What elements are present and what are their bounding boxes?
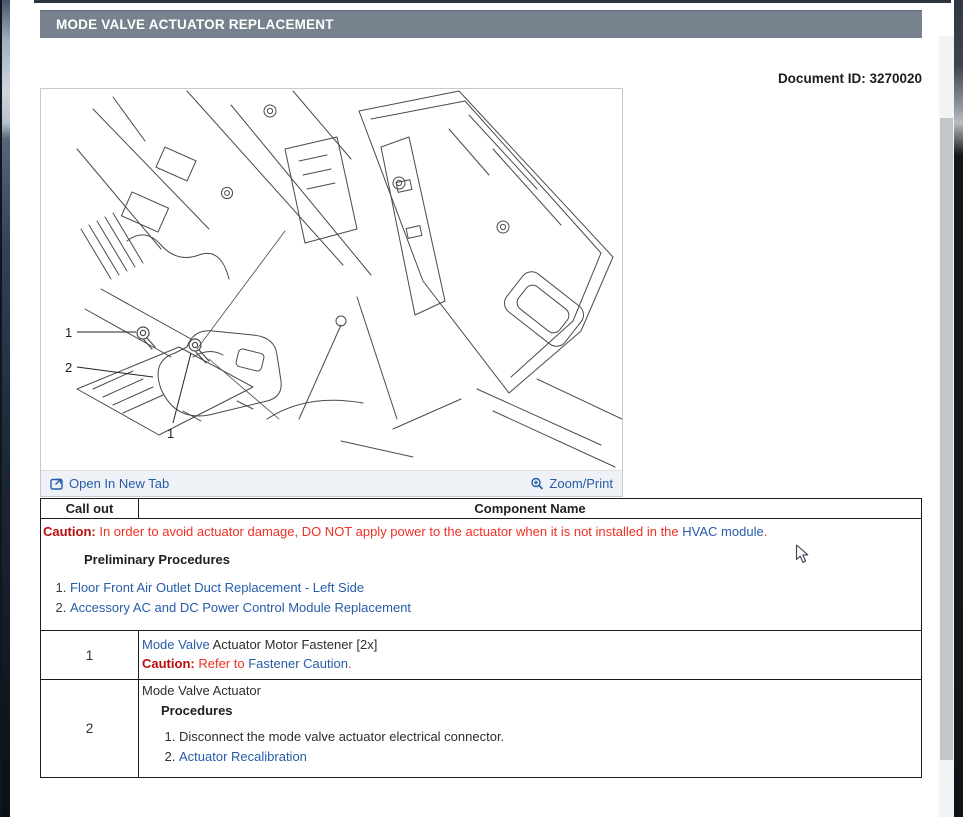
actuator-recalibration-link[interactable]: Actuator Recalibration xyxy=(179,749,307,764)
component-name-rest: Actuator Motor Fastener [2x] xyxy=(212,637,378,652)
window-edge-right xyxy=(954,0,963,817)
component-name-line: Mode Valve Actuator xyxy=(142,683,261,698)
document-id: Document ID: 3270020 xyxy=(777,71,922,86)
preliminary-procedures-list: Floor Front Air Outlet Duct Replacement … xyxy=(43,578,919,618)
figure-callout-1b: 1 xyxy=(167,426,174,441)
open-in-new-tab-label: Open In New Tab xyxy=(69,476,170,491)
table-row: 1 Mode Valve Actuator Motor Fastener [2x… xyxy=(40,630,922,680)
preliminary-procedures-title: Preliminary Procedures xyxy=(84,552,230,567)
figure-callout-1: 1 xyxy=(65,325,72,340)
fastener-caution-link[interactable]: Fastener Caution xyxy=(248,656,348,671)
caution-suffix: . xyxy=(347,656,352,671)
caution-label: Caution: xyxy=(43,524,96,539)
scrollbar-thumb[interactable] xyxy=(940,118,953,760)
window-top-border xyxy=(34,0,951,3)
zoom-print-icon xyxy=(531,477,544,490)
component-name-line: Mode Valve Actuator Motor Fastener [2x] xyxy=(142,635,917,654)
list-item: Disconnect the mode valve actuator elect… xyxy=(179,727,917,747)
service-document-page: MODE VALVE ACTUATOR REPLACEMENT Document… xyxy=(0,0,963,817)
page-title: MODE VALVE ACTUATOR REPLACEMENT xyxy=(56,17,334,32)
column-header-callout: Call out xyxy=(40,498,139,519)
component-table: Call out Component Name Caution: In orde… xyxy=(40,498,922,778)
mode-valve-link[interactable]: Mode Valve xyxy=(142,637,210,652)
figure-callout-2: 2 xyxy=(65,360,72,375)
caution-text: In order to avoid actuator damage, DO NO… xyxy=(99,524,679,539)
list-item: Actuator Recalibration xyxy=(179,747,917,767)
caution-suffix: . xyxy=(763,524,768,539)
callout-number: 2 xyxy=(40,679,139,778)
floor-duct-replacement-link[interactable]: Floor Front Air Outlet Duct Replacement … xyxy=(70,580,364,595)
open-in-new-tab-icon xyxy=(50,478,63,490)
vertical-scrollbar[interactable] xyxy=(939,36,954,817)
list-item: Accessory AC and DC Power Control Module… xyxy=(70,598,919,618)
row-caution-line: Caution: Refer to Fastener Caution. xyxy=(142,654,917,673)
table-header-row: Call out Component Name xyxy=(40,498,922,519)
caution-text: Refer to xyxy=(198,656,245,671)
column-header-component: Component Name xyxy=(138,498,922,519)
caution-row: Caution: In order to avoid actuator dama… xyxy=(40,518,922,631)
mouse-cursor xyxy=(795,544,809,563)
hvac-module-link[interactable]: HVAC module xyxy=(682,524,763,539)
window-edge-left-line xyxy=(0,0,2,817)
section-title-bar: MODE VALVE ACTUATOR REPLACEMENT xyxy=(40,10,922,38)
procedures-title: Procedures xyxy=(161,703,233,718)
zoom-print-link[interactable]: Zoom/Print xyxy=(530,476,613,491)
list-item: Floor Front Air Outlet Duct Replacement … xyxy=(70,578,919,598)
caution-paragraph: Caution: In order to avoid actuator dama… xyxy=(43,524,919,539)
caution-label: Caution: xyxy=(142,656,195,671)
figure-illustration: 1 2 1 xyxy=(41,89,623,470)
zoom-print-label: Zoom/Print xyxy=(549,476,613,491)
procedures-list: Disconnect the mode valve actuator elect… xyxy=(142,727,917,767)
hvac-line-drawing: 1 2 1 xyxy=(65,90,623,468)
table-row: 2 Mode Valve Actuator Procedures Disconn… xyxy=(40,679,922,778)
open-in-new-tab-link[interactable]: Open In New Tab xyxy=(50,476,169,491)
figure-panel: 1 2 1 Open In New Tab Zoom/Print xyxy=(40,88,623,497)
power-control-module-link[interactable]: Accessory AC and DC Power Control Module… xyxy=(70,600,411,615)
figure-toolbar: Open In New Tab Zoom/Print xyxy=(41,470,622,496)
callout-number: 1 xyxy=(40,630,139,680)
